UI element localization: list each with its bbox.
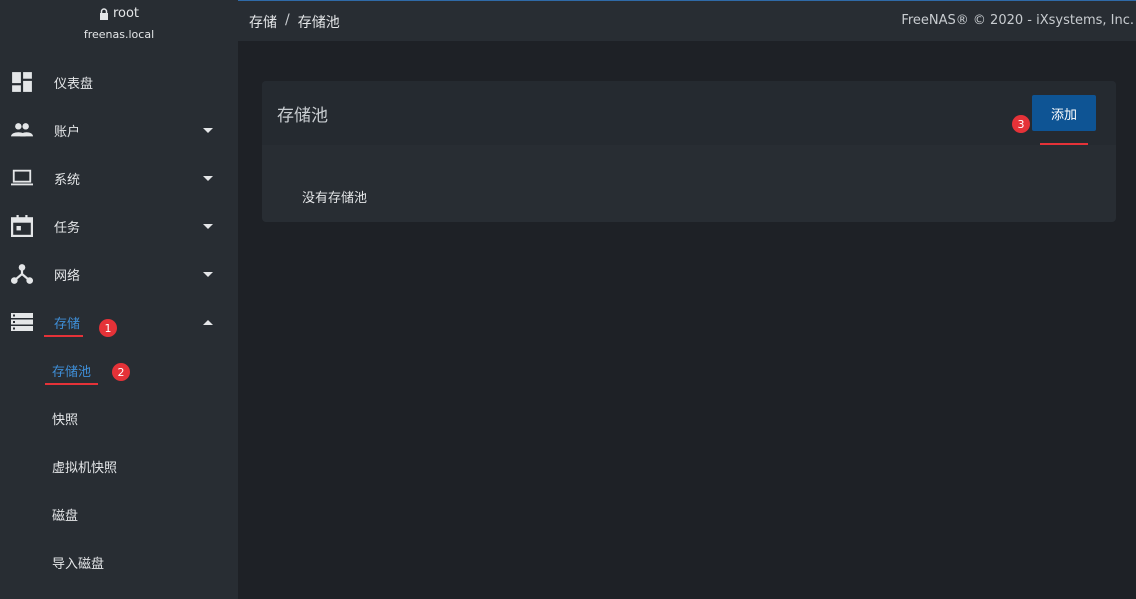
sidebar-item-network[interactable]: 网络: [0, 250, 238, 298]
host-name: freenas.local: [83, 28, 155, 41]
annotation-underline: [1040, 143, 1088, 145]
copyright-text: FreeNAS® © 2020 - iXsystems, Inc.: [901, 13, 1134, 28]
chevron-down-icon: [203, 223, 213, 229]
sidebar-item-label: 仪表盘: [54, 76, 94, 92]
empty-state-row: 没有存储池: [284, 163, 1094, 219]
sidebar-item-label: 系统: [54, 172, 81, 188]
sidebar-subitem-label: 快照: [52, 412, 79, 428]
network-icon: [11, 264, 33, 284]
pools-card: 存储池 添加 没有存储池: [262, 81, 1116, 222]
sidebar-item-tasks[interactable]: 任务: [0, 202, 238, 250]
app: root freenas.local 仪表盘 账户 系统 任务 网络 存储 1 …: [0, 0, 1136, 599]
sidebar-item-label: 存储: [54, 316, 81, 332]
breadcrumb-item-storage[interactable]: 存储: [249, 12, 277, 32]
people-icon: [11, 123, 33, 137]
user-name-row[interactable]: root: [0, 6, 238, 21]
annotation-underline: [45, 383, 98, 385]
sidebar-subitem-snapshots[interactable]: 快照: [0, 394, 238, 442]
sidebar-subitem-label: 导入磁盘: [52, 556, 105, 572]
annotation-badge: 3: [1012, 115, 1030, 133]
chevron-down-icon: [203, 271, 213, 277]
lock-icon: [99, 7, 108, 20]
sidebar-item-accounts[interactable]: 账户: [0, 106, 238, 154]
chevron-down-icon: [203, 175, 213, 181]
sidebar-subitem-label: 虚拟机快照: [52, 460, 118, 476]
chevron-up-icon: [203, 319, 213, 325]
card-header: 存储池 添加: [262, 81, 1116, 145]
sidebar-subitem-vm-snapshots[interactable]: 虚拟机快照: [0, 442, 238, 490]
sidebar-item-label: 任务: [54, 220, 81, 236]
breadcrumb-item-pools: 存储池: [297, 15, 340, 31]
sidebar-item-storage[interactable]: 存储: [0, 298, 238, 346]
sidebar-item-system[interactable]: 系统: [0, 154, 238, 202]
sidebar-item-label: 账户: [54, 124, 81, 140]
topbar: 存储 / 存储池 FreeNAS® © 2020 - iXsystems, In…: [238, 0, 1136, 41]
sidebar-subitem-disks[interactable]: 磁盘: [0, 490, 238, 538]
breadcrumb-separator: /: [285, 12, 290, 28]
storage-icon: [11, 313, 33, 331]
sidebar: root freenas.local 仪表盘 账户 系统 任务 网络 存储 1 …: [0, 0, 238, 599]
annotation-underline: [44, 335, 83, 337]
sidebar-subitem-label: 磁盘: [52, 508, 79, 524]
add-pool-button[interactable]: 添加: [1032, 95, 1096, 131]
chevron-down-icon: [203, 127, 213, 133]
sidebar-subitem-import-disk[interactable]: 导入磁盘: [0, 538, 238, 586]
laptop-icon: [11, 169, 33, 186]
sidebar-subitem-label: 存储池: [52, 364, 92, 380]
user-box: root freenas.local: [0, 0, 238, 56]
empty-state-text: 没有存储池: [302, 191, 368, 206]
annotation-badge: 2: [112, 363, 130, 381]
user-name: root: [112, 6, 140, 21]
dashboard-icon: [12, 72, 32, 92]
sidebar-item-label: 网络: [54, 268, 81, 284]
calendar-icon: [11, 215, 33, 237]
breadcrumb: 存储 / 存储池: [249, 12, 340, 32]
card-title: 存储池: [277, 106, 328, 126]
sidebar-item-dashboard[interactable]: 仪表盘: [0, 58, 238, 106]
annotation-badge: 1: [99, 319, 117, 337]
